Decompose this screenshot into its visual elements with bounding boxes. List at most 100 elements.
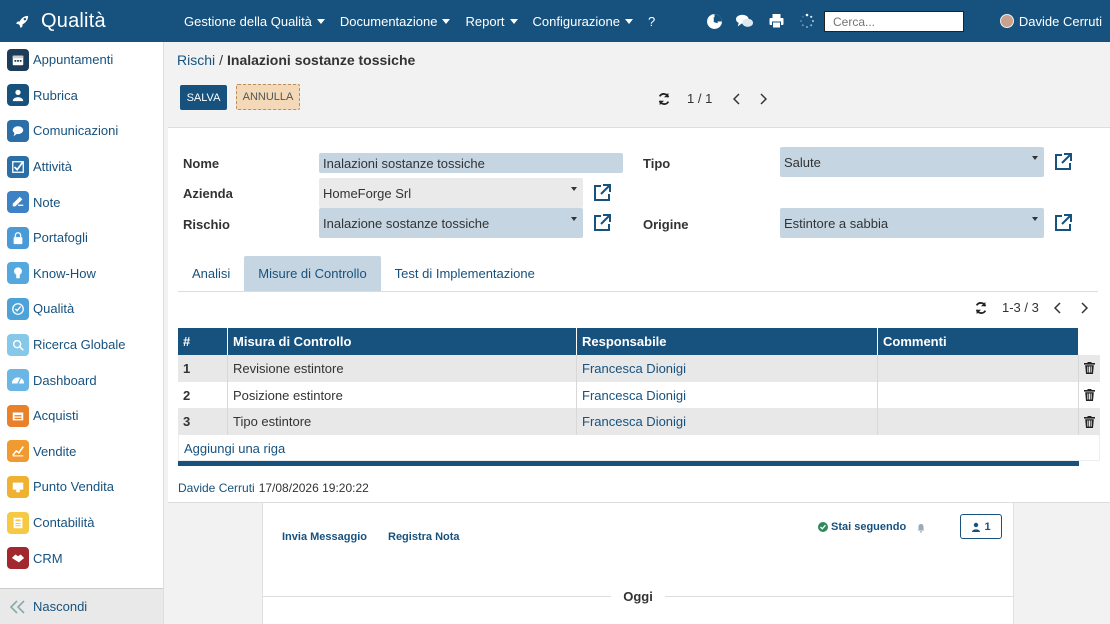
sidebar-item-label: Contabilità	[33, 515, 95, 531]
sidebar-item-comunicazioni[interactable]: Comunicazioni	[0, 113, 163, 149]
chevron-right-icon[interactable]	[757, 92, 769, 106]
column-header-measure[interactable]: Misura di Controllo	[228, 328, 577, 355]
menu-gestione-qualita[interactable]: Gestione della Qualità	[184, 14, 325, 29]
sidebar-item-know-how[interactable]: Know-How	[0, 256, 163, 292]
chevron-right-icon[interactable]	[1078, 301, 1090, 315]
author-link[interactable]: Davide Cerruti	[178, 481, 255, 495]
table-row[interactable]: 2 Posizione estintore Francesca Dionigi	[178, 381, 1100, 409]
sidebar-item-ricerca-globale[interactable]: Ricerca Globale	[0, 327, 163, 363]
user-menu[interactable]: Davide Cerruti	[999, 0, 1102, 42]
divider	[263, 596, 612, 597]
menu-report[interactable]: Report	[465, 14, 518, 29]
chevron-left-icon[interactable]	[1052, 301, 1064, 315]
menu-help[interactable]: ?	[648, 14, 655, 29]
row-owner[interactable]: Francesca Dionigi	[577, 408, 878, 436]
sidebar-item-portafogli[interactable]: Portafogli	[0, 220, 163, 256]
bell-icon[interactable]	[916, 521, 926, 533]
quality-icon	[7, 297, 29, 320]
sidebar-item-contabilità[interactable]: Contabilità	[0, 505, 163, 541]
origine-value: Estintore a sabbia	[784, 216, 889, 231]
sidebar-item-rubrica[interactable]: Rubrica	[0, 78, 163, 114]
sidebar-item-dashboard[interactable]: Dashboard	[0, 362, 163, 398]
owner-link[interactable]: Francesca Dionigi	[582, 361, 686, 376]
dashboard-icon	[7, 369, 29, 392]
log-note-button[interactable]: Registra Nota	[388, 531, 460, 543]
sidebar-item-note[interactable]: Note	[0, 184, 163, 220]
top-navbar: Qualità Gestione della Qualità Documenta…	[0, 0, 1110, 42]
origine-select[interactable]: Estintore a sabbia	[780, 208, 1044, 238]
breadcrumb-parent-link[interactable]: Rischi	[177, 52, 215, 68]
row-number: 2	[178, 381, 228, 409]
followers-button[interactable]: 1	[960, 514, 1002, 539]
table-header: # Misura di Controllo Responsabile Comme…	[178, 328, 1100, 355]
chatter-panel: Invia Messaggio Registra Nota Stai segue…	[262, 503, 1014, 624]
table-row[interactable]: 1 Revisione estintore Francesca Dionigi	[178, 355, 1100, 382]
clock-icon[interactable]	[705, 12, 723, 30]
column-header-owner[interactable]: Responsabile	[577, 328, 878, 355]
chat-icon	[7, 119, 29, 142]
search-input[interactable]	[824, 11, 964, 32]
tab-test-di-implementazione[interactable]: Test di Implementazione	[381, 256, 549, 291]
menu-documentazione[interactable]: Documentazione	[340, 14, 451, 29]
row-owner[interactable]: Francesca Dionigi	[577, 355, 878, 382]
messages-icon[interactable]	[736, 12, 754, 30]
send-message-button[interactable]: Invia Messaggio	[282, 531, 367, 543]
owner-link[interactable]: Francesca Dionigi	[582, 414, 686, 429]
row-comments[interactable]	[878, 381, 1079, 409]
divider	[664, 596, 1014, 597]
tipo-select[interactable]: Salute	[780, 147, 1044, 177]
column-header-number[interactable]: #	[178, 328, 228, 355]
nome-input[interactable]: Inalazioni sostanze tossiche	[319, 153, 623, 173]
lightbulb-icon	[7, 262, 29, 285]
refresh-icon[interactable]	[974, 301, 988, 315]
sidebar-item-qualità[interactable]: Qualità	[0, 291, 163, 327]
external-link-icon[interactable]	[592, 183, 612, 203]
menu-configurazione[interactable]: Configurazione	[533, 14, 633, 29]
sidebar-item-punto-vendita[interactable]: Punto Vendita	[0, 469, 163, 505]
owner-link[interactable]: Francesca Dionigi	[582, 388, 686, 403]
cancel-button[interactable]: ANNULLA	[236, 84, 300, 110]
sidebar-item-attività[interactable]: Attività	[0, 149, 163, 185]
following-toggle[interactable]: Stai seguendo	[818, 521, 906, 533]
app-brand[interactable]: Qualità	[0, 10, 176, 33]
table-body: 1 Revisione estintore Francesca Dionigi 2 Po…	[178, 355, 1100, 436]
sidebar-item-appuntamenti[interactable]: Appuntamenti	[0, 42, 163, 78]
row-comments[interactable]	[878, 355, 1079, 382]
row-comments[interactable]	[878, 408, 1079, 436]
trash-icon[interactable]	[1079, 382, 1100, 409]
sidebar-item-label: Portafogli	[33, 230, 88, 246]
timestamp: 17/08/2026 19:20:22	[258, 481, 369, 495]
form-sheet: Nome Inalazioni sostanze tossiche Aziend…	[168, 127, 1110, 503]
row-measure[interactable]: Posizione estintore	[228, 381, 577, 409]
refresh-icon[interactable]	[657, 92, 671, 106]
save-button[interactable]: SALVA	[180, 85, 227, 110]
sidebar-item-label: Punto Vendita	[33, 479, 114, 495]
sidebar-item-acquisti[interactable]: Acquisti	[0, 398, 163, 434]
row-measure[interactable]: Revisione estintore	[228, 355, 577, 382]
trash-icon[interactable]	[1079, 408, 1100, 435]
sidebar-item-vendite[interactable]: Vendite	[0, 434, 163, 470]
column-header-comments[interactable]: Commenti	[878, 328, 1079, 355]
rischio-select[interactable]: Inalazione sostanze tossiche	[319, 208, 583, 238]
row-measure[interactable]: Tipo estintore	[228, 408, 577, 436]
chevron-left-icon[interactable]	[731, 92, 743, 106]
purchase-icon	[7, 404, 29, 427]
caret-down-icon	[442, 18, 451, 24]
external-link-icon[interactable]	[1053, 213, 1073, 233]
sidebar: Appuntamenti Rubrica Comunicazioni Attività…	[0, 42, 164, 624]
print-icon[interactable]	[767, 12, 785, 30]
table-row[interactable]: 3 Tipo estintore Francesca Dionigi	[178, 408, 1100, 436]
table-footer-bar	[178, 461, 1079, 467]
trash-icon[interactable]	[1079, 355, 1100, 382]
row-owner[interactable]: Francesca Dionigi	[577, 381, 878, 409]
note-icon	[7, 191, 29, 214]
azienda-select[interactable]: HomeForge Srl	[319, 178, 583, 208]
sidebar-item-crm[interactable]: CRM	[0, 540, 163, 576]
sidebar-hide-button[interactable]: Nascondi	[0, 588, 163, 624]
add-row-link[interactable]: Aggiungi una riga	[178, 435, 1100, 462]
external-link-icon[interactable]	[592, 213, 612, 233]
tab-analisi[interactable]: Analisi	[178, 256, 244, 291]
tab-misure-di-controllo[interactable]: Misure di Controllo	[244, 256, 381, 291]
external-link-icon[interactable]	[1053, 152, 1073, 172]
record-pager: 1 / 1	[657, 91, 776, 106]
